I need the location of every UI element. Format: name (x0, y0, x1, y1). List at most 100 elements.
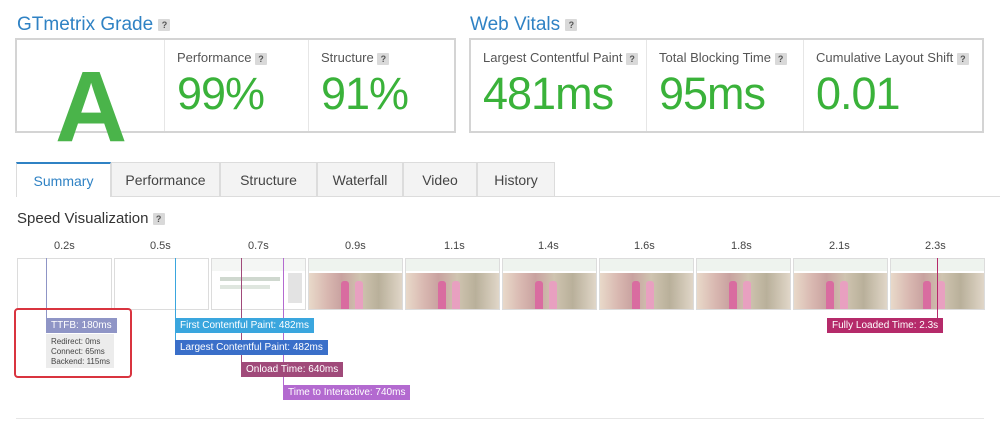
help-icon[interactable]: ? (377, 52, 390, 65)
tbt-label-text: Total Blocking Time (659, 50, 771, 65)
fully-loaded-tag: Fully Loaded Time: 2.3s (827, 318, 944, 333)
lcp-cell: Largest Contentful Paint ? 481ms (471, 40, 646, 131)
page-screenshot-figure (632, 281, 640, 309)
page-screenshot-figure (923, 281, 931, 309)
tab-performance[interactable]: Performance (111, 162, 220, 196)
help-icon[interactable]: ? (956, 52, 969, 65)
performance-label-text: Performance (177, 50, 252, 65)
time-tick: 2.1s (829, 240, 850, 252)
help-icon[interactable]: ? (626, 52, 639, 65)
tab-history[interactable]: History (477, 162, 555, 196)
page-screenshot-figure (646, 281, 654, 309)
help-icon[interactable]: ? (565, 18, 578, 31)
page-screenshot-header (212, 259, 305, 271)
grade-badge: A (17, 40, 164, 163)
page-screenshot-text (220, 285, 270, 289)
speed-visualization-title: Speed Visualization ? (17, 210, 165, 227)
filmstrip-frame[interactable] (696, 258, 791, 310)
page-screenshot-text (220, 277, 280, 281)
page-screenshot-figure (438, 281, 446, 309)
time-tick: 1.8s (731, 240, 752, 252)
onload-tag: Onload Time: 640ms (241, 362, 344, 377)
page-screenshot-header (794, 259, 887, 271)
performance-label: Performance ? (177, 50, 268, 65)
structure-cell: Structure ? 91% (308, 40, 454, 131)
filmstrip-frame[interactable] (793, 258, 888, 310)
filmstrip-frame[interactable] (405, 258, 500, 310)
ttfb-redirect: Redirect: 0ms (51, 337, 101, 346)
tti-tag: Time to Interactive: 740ms (283, 385, 411, 400)
web-vitals-card: Largest Contentful Paint ? 481ms Total B… (469, 38, 984, 133)
ttfb-connect: Connect: 65ms (51, 347, 105, 356)
tbt-value: 95ms (659, 68, 766, 119)
lcp-value: 481ms (483, 68, 614, 119)
web-vitals-title: Web Vitals ? (470, 14, 578, 36)
page-screenshot-figure (549, 281, 557, 309)
cls-value: 0.01 (816, 68, 901, 119)
ttfb-backend: Backend: 115ms (51, 357, 110, 366)
time-tick: 0.9s (345, 240, 366, 252)
page-screenshot-header (697, 259, 790, 271)
structure-label-text: Structure (321, 50, 374, 65)
page-screenshot-figure (355, 281, 363, 309)
gtmetrix-grade-card: A Performance ? 99% Structure ? 91% (15, 38, 456, 163)
help-icon[interactable]: ? (158, 18, 171, 31)
page-screenshot-figure (937, 281, 945, 309)
fully-loaded-marker (937, 258, 938, 318)
time-tick: 2.3s (925, 240, 946, 252)
structure-label: Structure ? (321, 50, 390, 65)
performance-cell: Performance ? 99% (164, 40, 309, 131)
page-screenshot-header (406, 259, 499, 271)
help-icon[interactable]: ? (255, 52, 268, 65)
filmstrip-frame[interactable] (599, 258, 694, 310)
help-icon[interactable]: ? (152, 213, 165, 226)
tab-structure[interactable]: Structure (220, 162, 317, 196)
web-vitals-title-text: Web Vitals (470, 14, 561, 35)
performance-value: 99% (177, 68, 265, 119)
cls-label: Cumulative Layout Shift ? (816, 50, 969, 65)
filmstrip-frame[interactable] (17, 258, 112, 310)
page-screenshot-figure (729, 281, 737, 309)
page-screenshot-figure (826, 281, 834, 309)
time-tick: 1.6s (634, 240, 655, 252)
filmstrip-frame[interactable] (211, 258, 306, 310)
fcp-marker (175, 258, 176, 348)
page-screenshot-figure (535, 281, 543, 309)
help-icon[interactable]: ? (774, 52, 787, 65)
time-tick: 1.4s (538, 240, 559, 252)
structure-value: 91% (321, 68, 409, 119)
page-screenshot-header (503, 259, 596, 271)
tbt-cell: Total Blocking Time ? 95ms (646, 40, 804, 131)
report-tabs: Summary Performance Structure Waterfall … (16, 162, 1000, 197)
tab-summary[interactable]: Summary (16, 162, 111, 197)
speed-visualization-title-text: Speed Visualization (17, 210, 149, 227)
filmstrip-frame[interactable] (502, 258, 597, 310)
page-screenshot-header (600, 259, 693, 271)
tbt-label: Total Blocking Time ? (659, 50, 787, 65)
page-screenshot-header (309, 259, 402, 271)
gtmetrix-grade-title: GTmetrix Grade ? (17, 14, 171, 36)
time-tick: 0.5s (150, 240, 171, 252)
lcp-label: Largest Contentful Paint ? (483, 50, 639, 65)
filmstrip-frame[interactable] (308, 258, 403, 310)
tab-video[interactable]: Video (403, 162, 477, 196)
cls-label-text: Cumulative Layout Shift (816, 50, 954, 65)
time-tick: 0.2s (54, 240, 75, 252)
filmstrip-frame[interactable] (114, 258, 209, 310)
time-tick: 1.1s (444, 240, 465, 252)
ttfb-tag: TTFB: 180ms (46, 318, 117, 333)
lcp-label-text: Largest Contentful Paint (483, 50, 623, 65)
page-screenshot-figure (743, 281, 751, 309)
tab-waterfall[interactable]: Waterfall (317, 162, 403, 196)
gtmetrix-grade-title-text: GTmetrix Grade (17, 14, 154, 35)
page-screenshot-figure (341, 281, 349, 309)
fcp-tag: First Contentful Paint: 482ms (175, 318, 314, 333)
page-screenshot-figure (452, 281, 460, 309)
cls-cell: Cumulative Layout Shift ? 0.01 (803, 40, 982, 131)
time-tick: 0.7s (248, 240, 269, 252)
lcp-tag: Largest Contentful Paint: 482ms (175, 340, 328, 355)
page-screenshot-image (288, 273, 302, 303)
page-screenshot-figure (840, 281, 848, 309)
grade-letter: A (55, 51, 128, 163)
section-divider (16, 418, 984, 419)
